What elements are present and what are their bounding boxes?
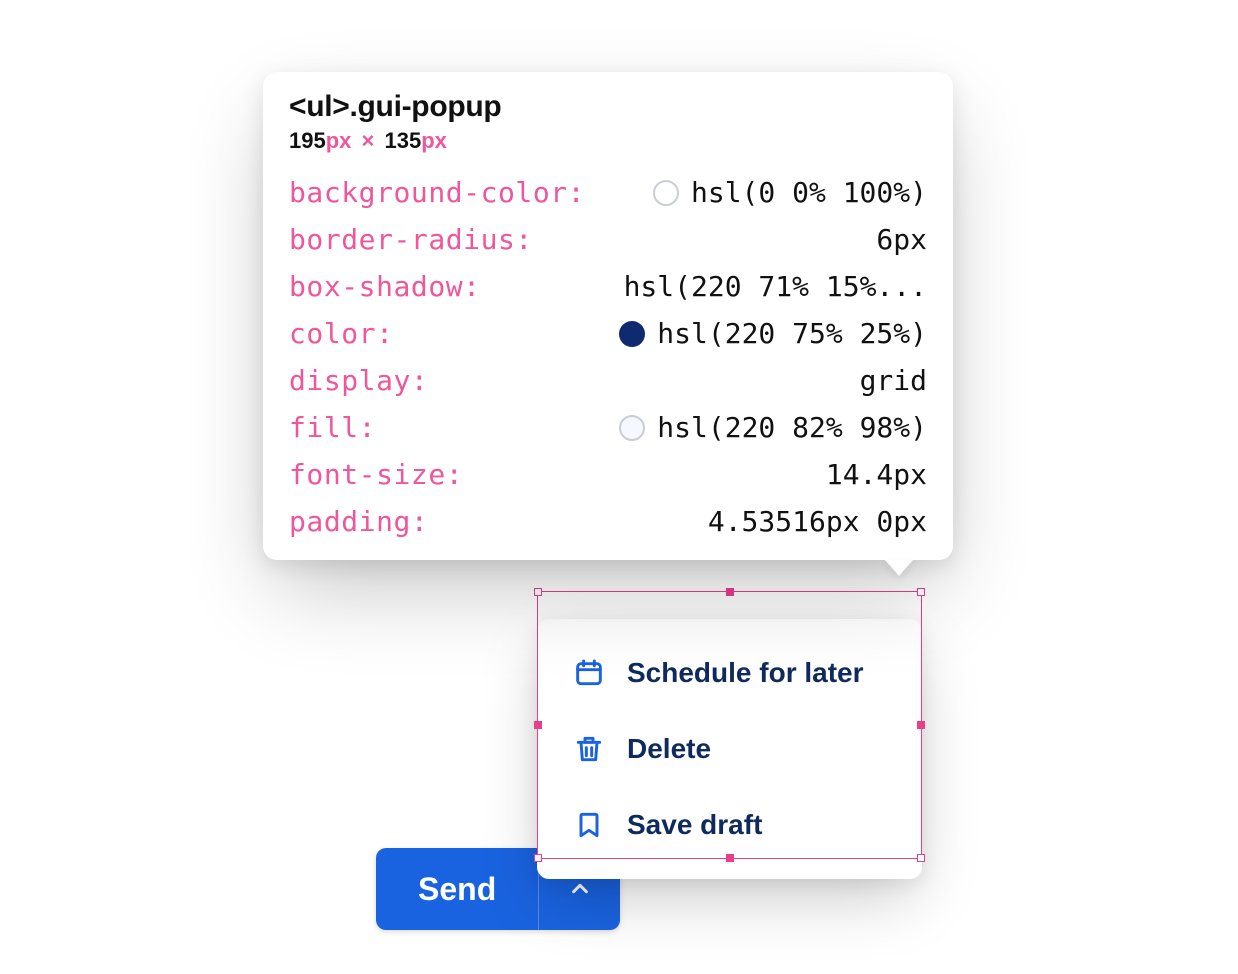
tooltip-style-row: color: hsl(220 75% 25%) bbox=[289, 317, 927, 350]
tooltip-prop-value-text: hsl(220 75% 25%) bbox=[657, 317, 927, 350]
tooltip-prop-value-text: 6px bbox=[876, 223, 927, 256]
tooltip-style-rows: background-color: hsl(0 0% 100%) border-ra… bbox=[289, 176, 927, 538]
popup-item-delete[interactable]: Delete bbox=[537, 711, 922, 787]
tooltip-prop-name: background-color: bbox=[289, 176, 585, 209]
tooltip-prop-value-text: 14.4px bbox=[826, 458, 927, 491]
tooltip-prop-value-text: hsl(0 0% 100%) bbox=[691, 176, 927, 209]
popup-item-label: Schedule for later bbox=[627, 657, 864, 689]
tooltip-prop-name: display: bbox=[289, 364, 428, 397]
selection-handle bbox=[726, 588, 734, 596]
color-swatch-icon bbox=[653, 180, 679, 206]
tooltip-selector: <ul>.gui-popup bbox=[289, 90, 927, 124]
tooltip-prop-value: 14.4px bbox=[826, 458, 927, 491]
tooltip-dimensions: 195px × 135px bbox=[289, 128, 927, 154]
tooltip-unit: px bbox=[326, 128, 352, 153]
tooltip-prop-name: border-radius: bbox=[289, 223, 533, 256]
chevron-up-icon bbox=[569, 878, 591, 900]
tooltip-style-row: fill: hsl(220 82% 98%) bbox=[289, 411, 927, 444]
tooltip-style-row: border-radius: 6px bbox=[289, 223, 927, 256]
color-swatch-icon bbox=[619, 321, 645, 347]
inspector-tooltip: <ul>.gui-popup 195px × 135px background-… bbox=[263, 72, 953, 560]
tooltip-height-value: 135 bbox=[385, 128, 422, 153]
tooltip-prop-value: grid bbox=[860, 364, 927, 397]
tooltip-width-value: 195 bbox=[289, 128, 326, 153]
popup-item-save-draft[interactable]: Save draft bbox=[537, 787, 922, 863]
tooltip-style-row: font-size: 14.4px bbox=[289, 458, 927, 491]
tooltip-prop-name: color: bbox=[289, 317, 394, 350]
tooltip-prop-value: hsl(220 71% 15%... bbox=[624, 270, 927, 303]
tooltip-prop-value-text: hsl(220 71% 15%... bbox=[624, 270, 927, 303]
tooltip-unit: px bbox=[421, 128, 447, 153]
times-glyph: × bbox=[362, 128, 375, 153]
selection-handle bbox=[917, 588, 925, 596]
tooltip-prop-name: fill: bbox=[289, 411, 376, 444]
selection-handle bbox=[534, 588, 542, 596]
tooltip-prop-value: 6px bbox=[876, 223, 927, 256]
tooltip-prop-value: hsl(0 0% 100%) bbox=[653, 176, 927, 209]
trash-icon bbox=[573, 733, 605, 765]
color-swatch-icon bbox=[619, 415, 645, 441]
tooltip-style-row: display: grid bbox=[289, 364, 927, 397]
popup-item-schedule[interactable]: Schedule for later bbox=[537, 635, 922, 711]
send-button[interactable]: Send bbox=[376, 848, 538, 930]
tooltip-prop-value-text: hsl(220 82% 98%) bbox=[657, 411, 927, 444]
tooltip-style-row: background-color: hsl(0 0% 100%) bbox=[289, 176, 927, 209]
popup-item-label: Delete bbox=[627, 733, 711, 765]
tooltip-prop-name: font-size: bbox=[289, 458, 463, 491]
gui-popup: Schedule for later Delete Save draft bbox=[537, 619, 922, 879]
bookmark-icon bbox=[573, 809, 605, 841]
tooltip-prop-value: hsl(220 82% 98%) bbox=[619, 411, 927, 444]
tooltip-prop-value: 4.53516px 0px bbox=[708, 505, 927, 538]
tooltip-prop-value: hsl(220 75% 25%) bbox=[619, 317, 927, 350]
tooltip-style-row: padding: 4.53516px 0px bbox=[289, 505, 927, 538]
tooltip-prop-name: box-shadow: bbox=[289, 270, 481, 303]
popup-item-label: Save draft bbox=[627, 809, 762, 841]
tooltip-prop-name: padding: bbox=[289, 505, 428, 538]
calendar-icon bbox=[573, 657, 605, 689]
tooltip-prop-value-text: grid bbox=[860, 364, 927, 397]
tooltip-style-row: box-shadow: hsl(220 71% 15%... bbox=[289, 270, 927, 303]
tooltip-prop-value-text: 4.53516px 0px bbox=[708, 505, 927, 538]
